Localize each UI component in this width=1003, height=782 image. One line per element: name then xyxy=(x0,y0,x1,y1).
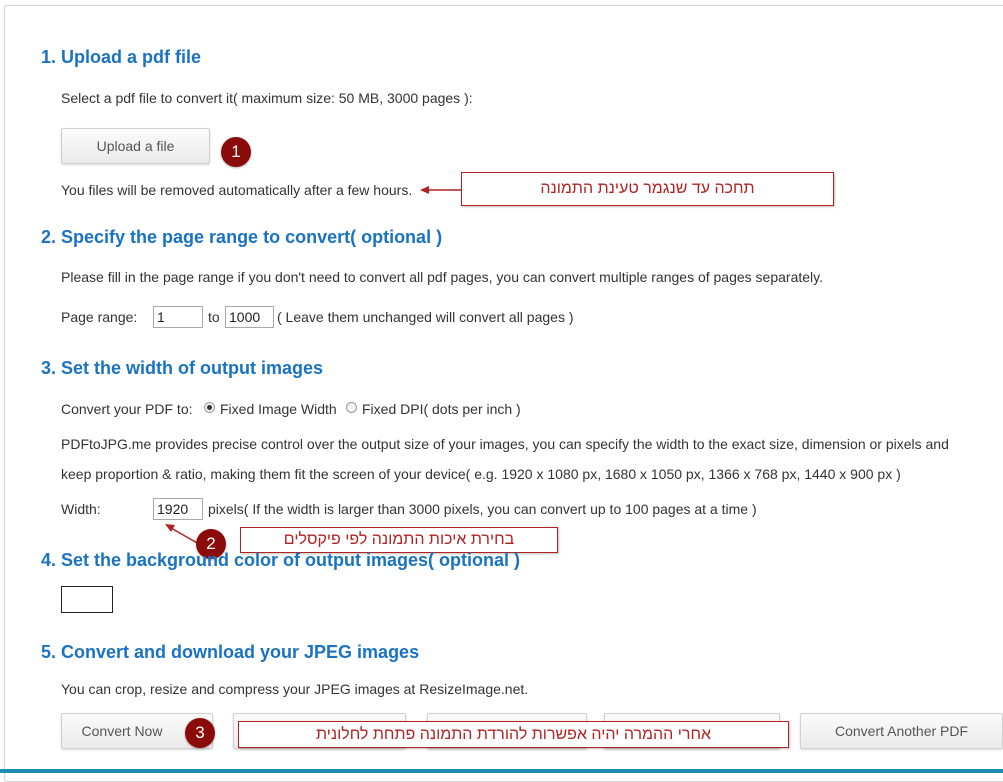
width-label: Width: xyxy=(61,501,101,517)
step1-heading: 1. Upload a pdf file xyxy=(41,47,202,67)
step4-heading: 4. Set the background color of output im… xyxy=(41,550,521,570)
convert-another-pdf-button[interactable]: Convert Another PDF xyxy=(800,713,1003,749)
annotation-callout-3: אחרי ההמרה יהיה אפשרות להורדת התמונה פתח… xyxy=(238,721,789,748)
page-bottom-border xyxy=(0,769,1003,773)
convert-to-label: Convert your PDF to: xyxy=(61,401,193,417)
fixed-dpi-label[interactable]: Fixed DPI( dots per inch ) xyxy=(362,401,521,417)
width-hint: pixels( If the width is larger than 3000… xyxy=(208,501,757,517)
fixed-width-radio[interactable] xyxy=(204,402,215,413)
width-description-line2: keep proportion & ratio, making them fit… xyxy=(61,466,901,482)
resize-note: You can crop, resize and compress your J… xyxy=(61,681,529,697)
upload-file-button[interactable]: Upload a file xyxy=(61,128,210,164)
annotation-arrow-1 xyxy=(420,186,462,194)
page-range-hint: ( Leave them unchanged will convert all … xyxy=(277,309,574,325)
fixed-dpi-radio[interactable] xyxy=(346,402,357,413)
page-range-label: Page range: xyxy=(61,309,138,325)
annotation-badge-3: 3 xyxy=(185,718,215,748)
page-range-from-input[interactable] xyxy=(153,306,203,328)
step5-heading: 5. Convert and download your JPEG images xyxy=(41,642,420,662)
annotation-badge-1: 1 xyxy=(221,137,251,167)
step1-instruction: Select a pdf file to convert it( maximum… xyxy=(61,90,473,106)
annotation-callout-1: תחכה עד שנגמר טעינת התמונה xyxy=(461,172,834,206)
step2-instruction: Please fill in the page range if you don… xyxy=(61,269,824,285)
width-description-line1: PDFtoJPG.me provides precise control ove… xyxy=(61,436,949,452)
background-color-swatch[interactable] xyxy=(61,586,113,613)
step3-heading: 3. Set the width of output images xyxy=(41,358,324,378)
removal-note: You files will be removed automatically … xyxy=(61,182,413,198)
converter-panel xyxy=(4,5,1003,782)
page-range-to-input[interactable] xyxy=(225,306,274,328)
width-input[interactable] xyxy=(153,498,203,520)
page-range-to-label: to xyxy=(208,309,220,325)
fixed-width-label[interactable]: Fixed Image Width xyxy=(220,401,337,417)
step2-heading: 2. Specify the page range to convert( op… xyxy=(41,227,443,247)
